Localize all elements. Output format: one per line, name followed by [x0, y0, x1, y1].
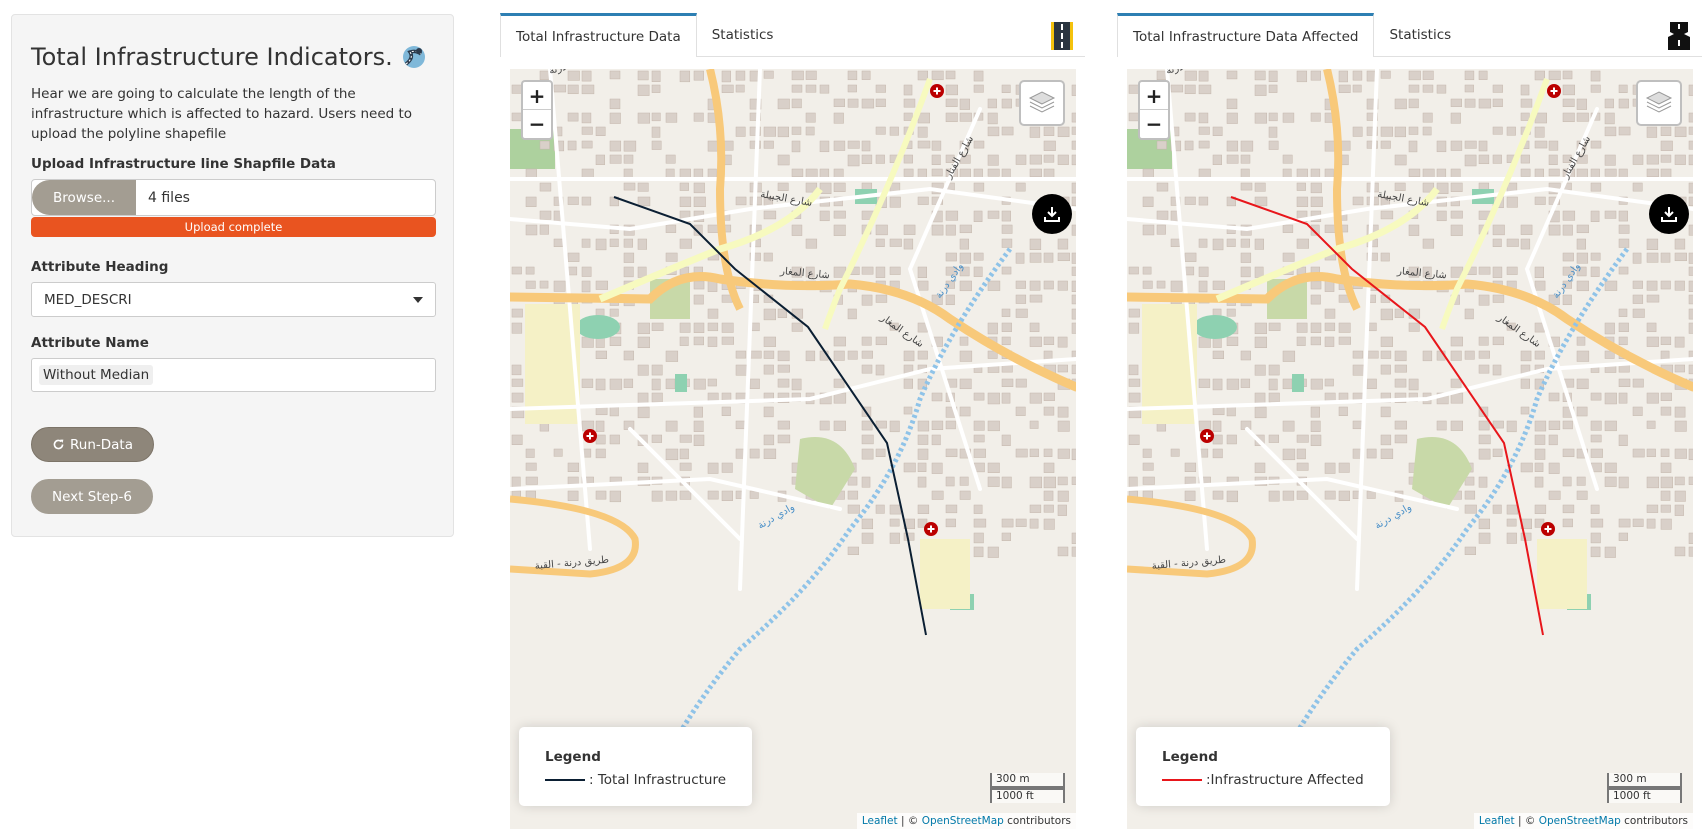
zoom-in-button[interactable]: +: [523, 82, 551, 110]
page-title-text: Total Infrastructure Indicators.: [31, 43, 393, 71]
attribute-name-input[interactable]: Without Median: [31, 358, 436, 392]
legend-item: :Infrastructure Affected: [1162, 772, 1364, 788]
road-map-icon: [402, 46, 425, 68]
scale-feet: 1000 ft: [1607, 788, 1682, 803]
map-attribution: Leaflet | © OpenStreetMap contributors: [856, 813, 1076, 829]
legend-title: Legend: [1162, 749, 1218, 765]
broken-road-icon: [1668, 22, 1690, 50]
map-legend: Legend : Total Infrastructure: [519, 727, 753, 806]
upload-label: Upload Infrastructure line Shapfile Data: [31, 156, 336, 172]
osm-link[interactable]: OpenStreetMap: [1539, 815, 1621, 827]
description-text: Hear we are going to calculate the lengt…: [31, 86, 413, 142]
browse-button[interactable]: Browse...: [32, 180, 136, 215]
map-attribution: Leaflet | © OpenStreetMap contributors: [1473, 813, 1693, 829]
zoom-in-button[interactable]: +: [1140, 82, 1168, 110]
attribution-tail: contributors: [1003, 815, 1071, 827]
map-legend: Legend :Infrastructure Affected: [1136, 727, 1390, 806]
tab-statistics[interactable]: Statistics: [1374, 13, 1466, 56]
attribute-heading-value: MED_DESCRI: [44, 291, 132, 308]
attribute-heading-label: Attribute Heading: [31, 259, 169, 275]
zoom-control: + −: [1138, 80, 1170, 140]
right-tab-bar: Total Infrastructure Data Affected Stati…: [1117, 13, 1702, 57]
upload-progress-bar: Upload complete: [31, 217, 436, 237]
legend-line-swatch: [1162, 779, 1202, 781]
leaflet-link[interactable]: Leaflet: [1479, 815, 1515, 827]
tab-total-infrastructure-data[interactable]: Total Infrastructure Data: [500, 13, 697, 57]
tab-total-infrastructure-data-affected[interactable]: Total Infrastructure Data Affected: [1117, 13, 1375, 57]
layers-icon: [1028, 91, 1056, 113]
next-step-button[interactable]: Next Step-6: [31, 479, 153, 514]
attribute-name-chip[interactable]: Without Median: [39, 365, 154, 385]
road-icon: [1051, 22, 1073, 50]
right-map-panel: Total Infrastructure Data Affected Stati…: [1117, 13, 1702, 832]
scale-bar: 300 m 1000 ft: [1607, 773, 1682, 803]
layers-icon: [1645, 91, 1673, 113]
legend-title: Legend: [545, 749, 601, 765]
legend-item-label: :Infrastructure Affected: [1206, 772, 1364, 788]
run-data-button[interactable]: Run-Data: [31, 427, 154, 462]
left-map[interactable]: شارع الجبيلة شارع المغار شارع المغار وادي د…: [510, 69, 1076, 829]
left-tab-bar: Total Infrastructure Data Statistics: [500, 13, 1085, 57]
attribute-heading-select[interactable]: MED_DESCRI: [31, 282, 436, 317]
left-map-panel: Total Infrastructure Data Statistics شار…: [500, 13, 1085, 832]
download-icon: [1044, 207, 1060, 222]
file-upload-input[interactable]: Browse... 4 files: [31, 179, 436, 216]
scale-meters: 300 m: [1607, 773, 1682, 788]
leaflet-link[interactable]: Leaflet: [862, 815, 898, 827]
page-title: Total Infrastructure Indicators.: [31, 43, 434, 71]
scale-feet: 1000 ft: [990, 788, 1065, 803]
zoom-out-button[interactable]: −: [1140, 110, 1168, 138]
tab-statistics[interactable]: Statistics: [697, 13, 789, 56]
scale-meters: 300 m: [990, 773, 1065, 788]
file-status-text: 4 files: [148, 189, 190, 206]
legend-item: : Total Infrastructure: [545, 772, 726, 788]
download-button[interactable]: [1032, 194, 1072, 234]
attribution-sep: | ©: [1514, 815, 1539, 827]
osm-link[interactable]: OpenStreetMap: [922, 815, 1004, 827]
caret-down-icon: [413, 296, 423, 303]
attribute-name-label: Attribute Name: [31, 335, 149, 351]
legend-line-swatch: [545, 779, 585, 781]
zoom-control: + −: [521, 80, 553, 140]
download-icon: [1661, 207, 1677, 222]
attribution-tail: contributors: [1620, 815, 1688, 827]
right-map[interactable]: شارع الجبيلة شارع المغار شارع المغار وادي د…: [1127, 69, 1693, 829]
zoom-out-button[interactable]: −: [523, 110, 551, 138]
map-tiles: شارع الجبيلةشارع المغارشارع المغاروادي د…: [1127, 69, 1693, 829]
layers-button[interactable]: [1636, 80, 1682, 126]
attribution-sep: | ©: [897, 815, 922, 827]
refresh-icon: [53, 439, 64, 450]
legend-item-label: : Total Infrastructure: [589, 772, 727, 788]
sidebar-panel: Total Infrastructure Indicators. Hear we…: [11, 14, 454, 537]
run-data-label: Run-Data: [70, 436, 133, 453]
download-button[interactable]: [1649, 194, 1689, 234]
layers-button[interactable]: [1019, 80, 1065, 126]
scale-bar: 300 m 1000 ft: [990, 773, 1065, 803]
upload-progress-fill: Upload complete: [31, 217, 436, 237]
map-tiles: شارع الجبيلةشارع المغارشارع المغاروادي د…: [510, 69, 1076, 829]
